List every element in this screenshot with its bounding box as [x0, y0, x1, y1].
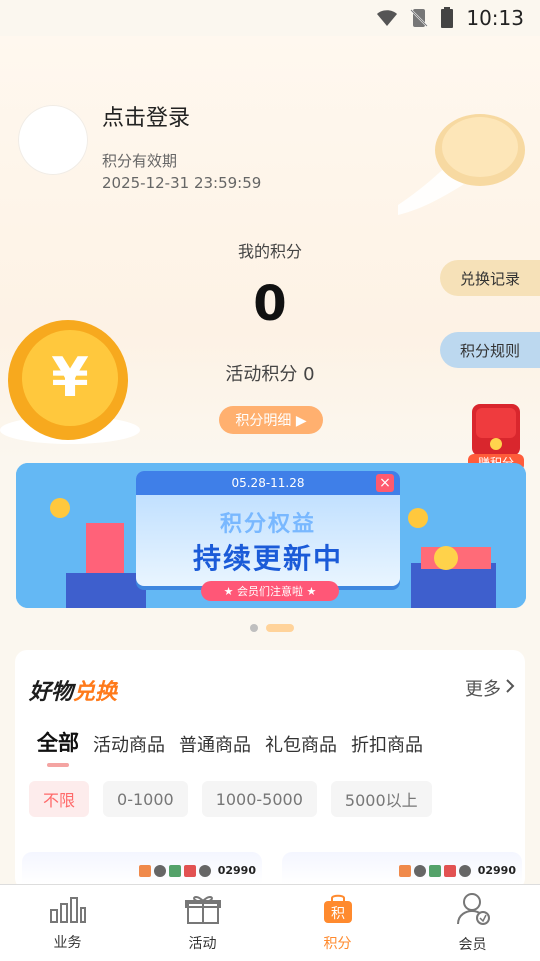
avatar[interactable]	[18, 105, 88, 175]
preview-badges: 02990	[138, 864, 256, 877]
banner-strip: ★ 会员们注意啦 ★	[201, 581, 339, 601]
filter-unlimited[interactable]: 不限	[29, 781, 90, 817]
filter-0-1000[interactable]: 0-1000	[103, 781, 188, 817]
filter-1000-5000[interactable]: 1000-5000	[201, 781, 317, 817]
banner-title: 积分权益	[219, 512, 316, 537]
more-label: 更多	[465, 679, 501, 700]
filter-5000-plus[interactable]: 5000以上	[330, 781, 432, 817]
no-sim-icon	[410, 8, 429, 28]
points-bag-icon: 积	[320, 893, 356, 929]
validity-date: 2025-12-31 23:59:59	[102, 174, 262, 192]
nav-points[interactable]: 积 积分	[270, 893, 405, 953]
validity-label: 积分有效期	[102, 152, 178, 170]
brand-icon	[428, 864, 441, 877]
user-icon	[455, 892, 491, 930]
banner-dates: 05.28-11.28	[231, 476, 305, 490]
nav-business[interactable]: 业务	[0, 894, 135, 952]
status-time: 10:13	[466, 6, 524, 30]
nav-label: 会员	[458, 937, 487, 953]
goods-preview-card[interactable]: 02990	[22, 852, 262, 884]
brand-icon	[183, 864, 196, 877]
tab-gift-goods[interactable]: 礼包商品	[265, 731, 337, 757]
bottom-nav: 业务 活动 积 积分 会员	[0, 884, 540, 961]
login-title[interactable]: 点击登录	[102, 100, 190, 132]
goods-preview-card[interactable]: 02990	[282, 852, 522, 884]
points-rules-button[interactable]: 积分规则	[440, 332, 540, 368]
brand-icon	[443, 864, 456, 877]
brand-icon	[138, 864, 151, 877]
bar-chart-icon	[49, 894, 87, 928]
flying-coin-decoration	[398, 105, 530, 215]
nav-label: 活动	[188, 936, 217, 952]
wifi-icon	[376, 9, 398, 27]
goods-title: 好物兑换	[29, 674, 117, 706]
nav-activity[interactable]: 活动	[135, 893, 270, 953]
tab-all[interactable]: 全部	[37, 727, 79, 767]
phone-icon	[458, 864, 471, 877]
carousel-dot-active[interactable]	[266, 624, 294, 632]
goods-title-accent: 兑换	[73, 680, 118, 705]
more-link[interactable]: 更多	[465, 675, 515, 701]
carousel-dot[interactable]	[250, 624, 258, 632]
nav-label: 业务	[53, 935, 82, 951]
preview-code: 02990	[217, 864, 256, 877]
earn-points-red-packet[interactable]: 赚积分	[462, 400, 530, 471]
price-filters: 不限 0-1000 1000-5000 5000以上	[29, 781, 432, 817]
tab-discount-goods[interactable]: 折扣商品	[351, 731, 423, 757]
points-detail-button[interactable]: 积分明细 ▶	[219, 406, 323, 434]
svg-text:积: 积	[331, 906, 345, 922]
gift-icon	[184, 893, 221, 929]
preview-code: 02990	[477, 864, 516, 877]
chevron-right-icon	[505, 678, 515, 699]
goods-tabs: 全部 活动商品 普通商品 礼包商品 折扣商品	[37, 727, 423, 767]
points-label: 我的积分	[237, 242, 302, 261]
tab-activity-goods[interactable]: 活动商品	[93, 731, 165, 757]
promo-banner[interactable]: 05.28-11.28 × 积分权益 持续更新中 ★ 会员们注意啦 ★	[16, 463, 526, 608]
status-bar: 10:13	[0, 0, 540, 36]
brand-icon	[398, 864, 411, 877]
banner-window: 05.28-11.28 × 积分权益 持续更新中 ★ 会员们注意啦 ★	[136, 471, 400, 601]
battery-icon	[440, 7, 454, 29]
close-icon: ×	[376, 474, 394, 492]
nav-label: 积分	[323, 936, 352, 952]
goods-title-plain: 好物	[29, 680, 74, 705]
nav-member[interactable]: 会员	[405, 892, 540, 954]
brand-icon	[168, 864, 181, 877]
brand-icon	[153, 864, 166, 877]
phone-icon	[198, 864, 211, 877]
brand-icon	[413, 864, 426, 877]
banner-subtitle: 持续更新中	[192, 542, 343, 575]
preview-badges: 02990	[398, 864, 516, 877]
exchange-record-button[interactable]: 兑换记录	[440, 260, 540, 296]
tab-normal-goods[interactable]: 普通商品	[179, 731, 251, 757]
